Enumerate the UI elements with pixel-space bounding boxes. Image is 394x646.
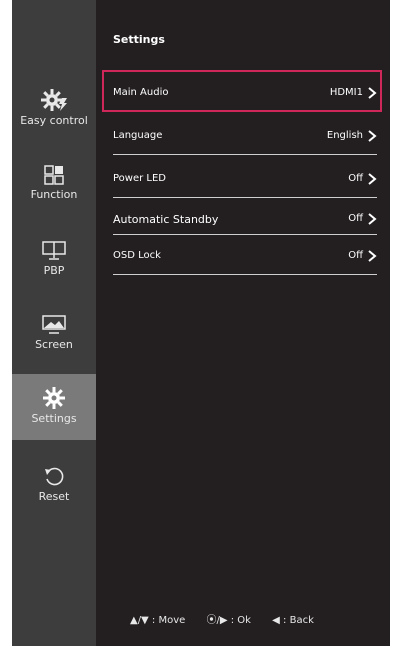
ok-label: Ok [237,615,251,626]
chevron-right-icon [368,250,377,262]
setting-row-osd-lock[interactable]: OSD Lock Off [113,250,377,275]
reset-icon [45,467,64,486]
row-divider [113,197,377,198]
gear-bolt-icon [41,89,67,111]
sidebar-item-label: Easy control [20,114,88,127]
back-hint: ◀ : Back [272,615,314,626]
sidebar-item-reset[interactable]: Reset [12,464,96,530]
setting-row-automatic-standby[interactable]: Automatic Standby Off [113,213,377,235]
sidebar-item-screen[interactable]: Screen [12,314,96,380]
footer-hints: ▲/▼ : Move ⦿/▶ : Ok ◀ : Back [130,611,332,626]
sidebar-item-function[interactable]: Function [12,164,96,230]
move-keys: ▲/▼ [130,615,149,626]
setting-label: Power LED [113,173,167,184]
sidebar-item-settings[interactable]: Settings [12,374,96,440]
sidebar-item-easy-control[interactable]: Easy control [12,88,96,154]
move-hint: ▲/▼ : Move [130,615,186,626]
setting-label: Language [113,130,163,141]
sidebar-item-pbp[interactable]: PBP [12,240,96,306]
row-divider [113,154,377,155]
setting-value: Off [348,250,363,261]
row-divider [113,234,377,235]
sidebar: Easy control Function PBP Screen Setting… [12,0,96,646]
setting-row-language[interactable]: Language English [113,130,377,155]
setting-label: OSD Lock [113,250,161,261]
sidebar-item-label: Function [30,188,78,201]
sidebar-item-label: PBP [43,264,65,277]
grid-icon [44,165,64,185]
setting-label: Automatic Standby [113,213,219,226]
back-label: Back [289,615,314,626]
page-title: Settings [113,33,165,46]
setting-value: HDMI1 [329,87,363,98]
ok-hint: ⦿/▶ : Ok [206,615,251,626]
setting-row-main-audio[interactable]: Main Audio HDMI1 [113,87,377,109]
chevron-right-icon [368,87,377,99]
setting-row-power-led[interactable]: Power LED Off [113,173,377,198]
move-label: Move [158,615,186,626]
screen-icon [42,315,66,334]
sidebar-item-label: Settings [31,412,77,425]
gear-icon [43,387,65,409]
chevron-right-icon [368,130,377,142]
setting-value: Off [348,213,363,224]
chevron-right-icon [368,173,377,185]
setting-value: English [326,130,363,141]
sidebar-item-label: Screen [35,338,73,351]
dual-monitor-icon [42,241,66,260]
setting-value: Off [348,173,363,184]
sidebar-item-label: Reset [38,490,70,503]
osd-window: Easy control Function PBP Screen Setting… [12,0,390,646]
ok-keys: ⦿/▶ [206,615,228,626]
row-divider [113,274,377,275]
chevron-right-icon [368,213,377,225]
setting-label: Main Audio [113,87,169,98]
back-key: ◀ [272,615,280,626]
